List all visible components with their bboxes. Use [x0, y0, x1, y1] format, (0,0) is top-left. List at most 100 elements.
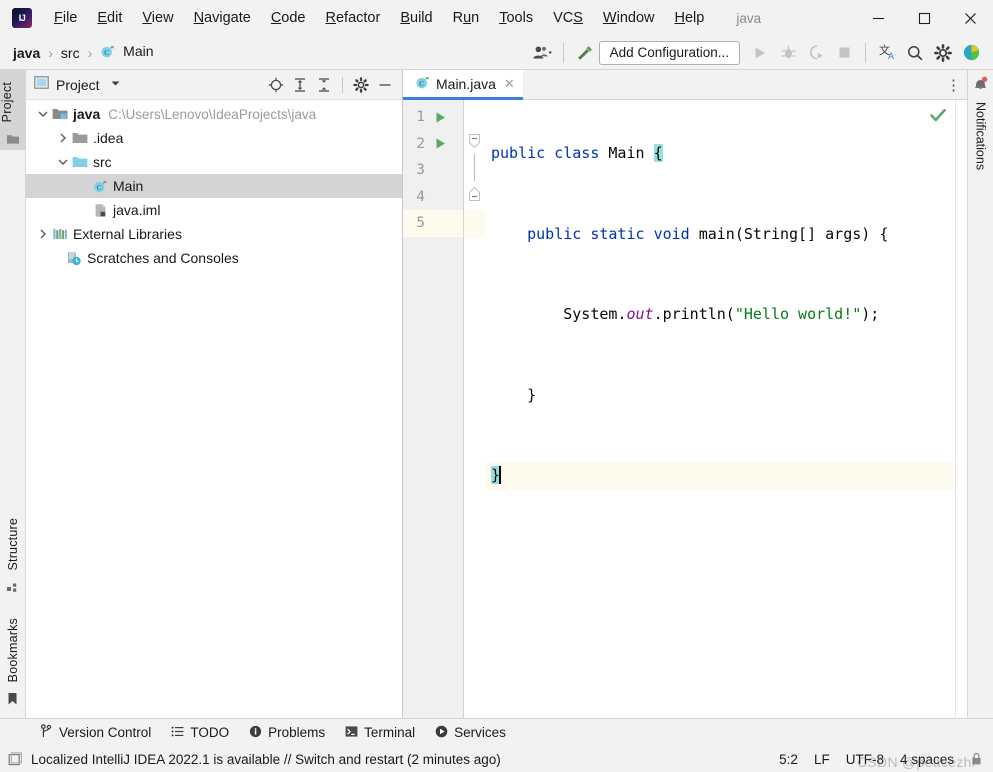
translate-icon[interactable]: 文 A	[873, 39, 901, 67]
editor-tab-main-java[interactable]: C Main.java ✕	[403, 70, 523, 100]
code-token-static-field: out	[626, 305, 653, 323]
menu-navigate[interactable]: Navigate	[184, 5, 261, 31]
tree-node-java-iml[interactable]: java.iml	[26, 198, 402, 222]
indent-setting[interactable]: 4 spaces	[900, 752, 954, 767]
sidebar-item-project[interactable]: Project	[0, 76, 14, 128]
tree-label: Scratches and Consoles	[87, 250, 239, 266]
settings-gear-icon[interactable]	[929, 39, 957, 67]
java-class-icon: C	[100, 46, 119, 62]
code-token: Main	[599, 144, 653, 162]
menu-refactor[interactable]: Refactor	[316, 5, 391, 31]
sidebar-item-structure[interactable]: Structure	[6, 512, 20, 577]
menu-window[interactable]: Window	[593, 5, 665, 31]
chevron-right-icon[interactable]	[56, 133, 70, 143]
chevron-right-icon[interactable]	[36, 229, 50, 239]
chevron-down-icon[interactable]	[110, 79, 121, 90]
project-panel-header: Project	[26, 70, 402, 100]
chevron-down-icon[interactable]	[56, 158, 70, 166]
editor-gutter[interactable]: 1 2 3	[403, 100, 463, 718]
tool-window-label: Terminal	[364, 725, 415, 740]
tool-window-terminal[interactable]: Terminal	[335, 723, 425, 743]
search-everywhere-icon[interactable]	[901, 39, 929, 67]
fold-region-line	[468, 154, 481, 186]
tree-node-java[interactable]: java C:\Users\Lenovo\IdeaProjects\java	[26, 102, 402, 126]
run-gutter-icon[interactable]	[429, 137, 451, 150]
breadcrumb-item-project[interactable]: java	[10, 43, 43, 63]
tree-node-src[interactable]: src	[26, 150, 402, 174]
code-folding-bar[interactable]	[463, 100, 485, 718]
window-maximize-button[interactable]	[901, 0, 947, 36]
tool-window-todo[interactable]: TODO	[161, 723, 239, 743]
user-account-icon[interactable]	[528, 39, 556, 67]
project-tree[interactable]: java C:\Users\Lenovo\IdeaProjects\java .…	[26, 100, 402, 718]
code-line-5: }	[485, 462, 955, 489]
breadcrumb-item-src[interactable]: src	[58, 43, 83, 63]
right-tool-rail: Notifications	[967, 70, 993, 718]
intellij-idea-window: File Edit View Navigate Code Refactor Bu…	[0, 0, 993, 772]
gutter-line: 5	[403, 210, 463, 237]
tab-options-icon[interactable]: ⋮	[941, 70, 967, 100]
hide-panel-icon[interactable]	[374, 74, 396, 96]
menu-vcs[interactable]: VCS	[543, 5, 593, 31]
run-gutter-icon[interactable]	[429, 111, 451, 124]
tool-window-version-control[interactable]: Version Control	[30, 722, 161, 743]
tool-window-problems[interactable]: Problems	[239, 723, 335, 743]
menu-file[interactable]: File	[44, 5, 87, 31]
inspections-ok-checkmark[interactable]	[929, 106, 947, 124]
project-path: C:\Users\Lenovo\IdeaProjects\java	[108, 107, 316, 122]
sidebar-item-notifications[interactable]: Notifications	[974, 102, 988, 170]
fold-collapse-icon[interactable]	[468, 133, 481, 154]
menu-help[interactable]: Help	[664, 5, 714, 31]
expand-all-icon[interactable]	[289, 74, 311, 96]
line-number: 2	[403, 136, 429, 152]
folder-icon	[0, 132, 25, 146]
menu-build[interactable]: Build	[390, 5, 442, 31]
tool-window-label: Services	[454, 725, 506, 740]
code-text[interactable]: public class Main { public static void m…	[485, 100, 955, 718]
window-minimize-button[interactable]	[855, 0, 901, 36]
debug-icon	[774, 39, 802, 67]
gutter-line: 4	[403, 184, 463, 211]
status-toggle-icon[interactable]	[8, 752, 23, 767]
menu-edit[interactable]: Edit	[87, 5, 132, 31]
close-icon[interactable]: ✕	[504, 76, 515, 92]
sidebar-item-bookmarks[interactable]: Bookmarks	[6, 612, 20, 688]
locate-target-icon[interactable]	[265, 74, 287, 96]
add-configuration-button[interactable]: Add Configuration...	[599, 41, 740, 65]
chevron-down-icon[interactable]	[36, 110, 50, 118]
line-separator[interactable]: LF	[814, 752, 830, 767]
code-editor[interactable]: 1 2 3	[403, 100, 967, 718]
menu-tools[interactable]: Tools	[489, 5, 543, 31]
breadcrumb-main-label: Main	[123, 43, 153, 59]
breadcrumb-item-main[interactable]: C Main	[97, 41, 156, 64]
code-token: static	[590, 225, 644, 243]
tree-node-scratches-and-consoles[interactable]: Scratches and Consoles	[26, 246, 402, 270]
intellij-idea-logo-icon[interactable]	[12, 8, 32, 28]
fold-region-end-icon[interactable]	[468, 186, 481, 207]
tree-node-idea[interactable]: .idea	[26, 126, 402, 150]
code-token	[581, 225, 590, 243]
editor-tab-strip: C Main.java ✕ ⋮	[403, 70, 967, 100]
collapse-all-icon[interactable]	[313, 74, 335, 96]
build-hammer-icon[interactable]	[571, 39, 599, 67]
rail-project-group: Project	[0, 70, 25, 150]
toolbar-divider	[563, 43, 564, 63]
menu-run[interactable]: Run	[443, 5, 490, 31]
error-stripe-scrollbar[interactable]	[955, 100, 967, 718]
navigation-toolbar: java › src › C Main	[0, 36, 993, 70]
menu-code[interactable]: Code	[261, 5, 316, 31]
java-class-icon: C	[90, 179, 110, 194]
tree-node-main[interactable]: C Main	[26, 174, 402, 198]
status-message[interactable]: Localized IntelliJ IDEA 2022.1 is availa…	[31, 752, 501, 767]
ide-assistant-icon[interactable]	[957, 39, 985, 67]
file-encoding[interactable]: UTF-8	[846, 752, 884, 767]
tool-window-services[interactable]: Services	[425, 723, 516, 743]
caret-position[interactable]: 5:2	[779, 752, 798, 767]
window-close-button[interactable]	[947, 0, 993, 36]
libraries-icon	[50, 227, 70, 241]
tree-node-external-libraries[interactable]: External Libraries	[26, 222, 402, 246]
menu-view[interactable]: View	[132, 5, 183, 31]
read-write-lock-icon[interactable]	[970, 752, 983, 766]
panel-settings-gear-icon[interactable]	[350, 74, 372, 96]
terminal-icon	[345, 725, 358, 741]
